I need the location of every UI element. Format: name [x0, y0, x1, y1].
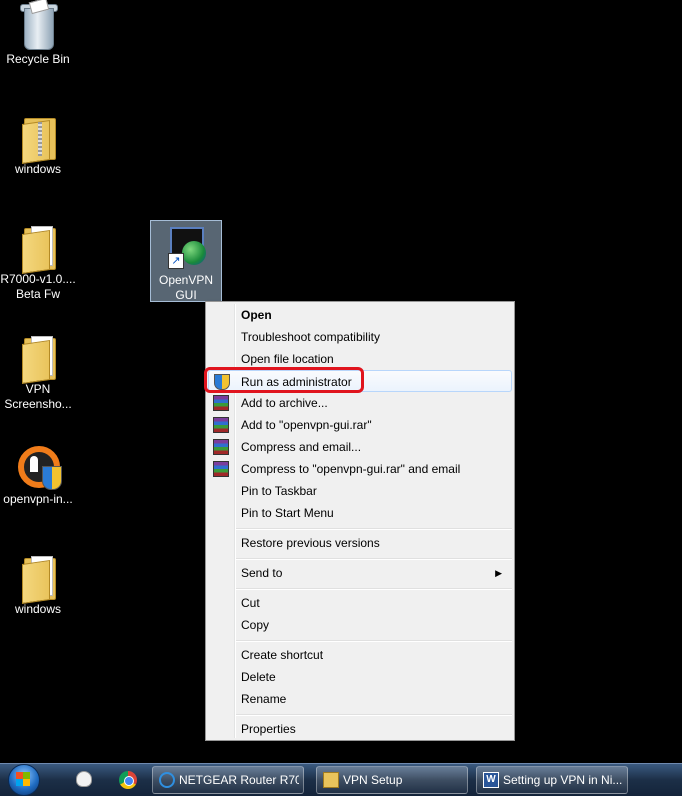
- menu-item-create-shortcut[interactable]: Create shortcut: [208, 644, 512, 666]
- menu-item-label: Open: [241, 308, 272, 322]
- menu-item-open-file-location[interactable]: Open file location: [208, 348, 512, 370]
- taskbar-pin-paint[interactable]: [70, 768, 98, 792]
- taskbar-button-label: VPN Setup: [343, 773, 403, 787]
- menu-item-run-as-administrator[interactable]: Run as administrator: [208, 370, 512, 392]
- desktop-icon-label: R7000-v1.0.... Beta Fw: [0, 272, 76, 301]
- taskbar-button-label: NETGEAR Router R70...: [179, 773, 299, 787]
- menu-item-troubleshoot-compatibility[interactable]: Troubleshoot compatibility: [208, 326, 512, 348]
- menu-separator: [236, 588, 512, 590]
- menu-item-label: Restore previous versions: [241, 536, 380, 550]
- winrar-icon: [213, 461, 229, 477]
- desktop-icon-label: windows: [14, 602, 62, 616]
- desktop-icon-r7000-beta-fw[interactable]: R7000-v1.0.... Beta Fw: [0, 222, 76, 302]
- menu-separator: [236, 714, 512, 716]
- menu-item-label: Delete: [241, 670, 276, 684]
- folder-icon: [14, 332, 62, 384]
- menu-separator: [236, 528, 512, 530]
- winrar-icon: [213, 395, 229, 411]
- folder-icon: [14, 552, 62, 604]
- submenu-arrow-icon: ▶: [495, 568, 502, 578]
- menu-item-pin-to-taskbar[interactable]: Pin to Taskbar: [208, 480, 512, 502]
- taskbar: NETGEAR Router R70... VPN Setup W Settin…: [0, 763, 682, 796]
- recycle-bin-icon: [14, 0, 62, 50]
- desktop-icon-label: windows: [14, 162, 62, 176]
- menu-item-label: Copy: [241, 618, 270, 632]
- menu-separator: [236, 640, 512, 642]
- menu-item-rename[interactable]: Rename: [208, 688, 512, 710]
- folder-icon: [14, 222, 62, 274]
- menu-item-label: Open file location: [241, 352, 334, 366]
- desktop-icon-label: openvpn-in...: [3, 492, 73, 506]
- winrar-icon: [213, 439, 229, 455]
- folder-icon: [323, 772, 339, 788]
- menu-item-label: Pin to Taskbar: [241, 484, 317, 498]
- desktop-icon-windows-folder[interactable]: windows: [0, 552, 76, 617]
- menu-item-label: Send to: [241, 566, 283, 580]
- menu-item-restore-previous-versions[interactable]: Restore previous versions: [208, 532, 512, 554]
- start-button[interactable]: [6, 764, 46, 796]
- menu-item-open[interactable]: Open: [208, 304, 512, 326]
- menu-item-label: Properties: [241, 722, 296, 736]
- menu-item-label: Pin to Start Menu: [241, 506, 334, 520]
- taskbar-button-word-doc[interactable]: W Setting up VPN in Ni...: [476, 766, 628, 794]
- menu-item-send-to[interactable]: Send to ▶: [208, 562, 512, 584]
- word-icon: W: [483, 772, 499, 788]
- desktop-icon-label: Recycle Bin: [6, 52, 70, 66]
- desktop-icon-label: VPN Screensho...: [4, 382, 72, 411]
- menu-item-compress-and-email[interactable]: Compress and email...: [208, 436, 512, 458]
- paint-icon: [76, 771, 92, 787]
- desktop-icon-openvpn-installer[interactable]: openvpn-in...: [0, 442, 76, 507]
- menu-item-compress-to-rar-and-email[interactable]: Compress to "openvpn-gui.rar" and email: [208, 458, 512, 480]
- context-menu: Open Troubleshoot compatibility Open fil…: [205, 301, 515, 741]
- menu-item-label: Add to "openvpn-gui.rar": [241, 418, 372, 432]
- openvpn-installer-icon: [14, 442, 62, 490]
- menu-item-label: Troubleshoot compatibility: [241, 330, 380, 344]
- menu-item-label: Cut: [241, 596, 260, 610]
- zip-folder-icon: [14, 112, 62, 164]
- winrar-icon: [213, 417, 229, 433]
- desktop-icon-recycle-bin[interactable]: Recycle Bin: [0, 0, 76, 67]
- menu-item-label: Rename: [241, 692, 287, 706]
- taskbar-pin-chrome[interactable]: [113, 768, 141, 792]
- menu-item-label: Compress and email...: [241, 440, 362, 454]
- openvpn-gui-icon: ↗: [162, 223, 210, 271]
- windows-logo-icon: [16, 772, 30, 786]
- menu-item-add-to-archive[interactable]: Add to archive...: [208, 392, 512, 414]
- menu-item-label: Add to archive...: [241, 396, 328, 410]
- taskbar-button-label: Setting up VPN in Ni...: [503, 773, 623, 787]
- menu-item-properties[interactable]: Properties: [208, 718, 512, 740]
- desktop-icon-openvpn-gui[interactable]: ↗ OpenVPN GUI: [150, 220, 222, 302]
- desktop-icon-windows-zip[interactable]: windows: [0, 112, 76, 177]
- uac-shield-icon: [214, 374, 230, 390]
- internet-explorer-icon: [159, 772, 175, 788]
- chrome-icon: [119, 771, 137, 789]
- menu-item-label: Create shortcut: [241, 648, 324, 662]
- menu-item-copy[interactable]: Copy: [208, 614, 512, 636]
- menu-separator: [236, 558, 512, 560]
- desktop-icon-label: OpenVPN GUI: [158, 273, 214, 302]
- menu-item-cut[interactable]: Cut: [208, 592, 512, 614]
- menu-item-label: Run as administrator: [241, 375, 352, 389]
- menu-item-delete[interactable]: Delete: [208, 666, 512, 688]
- taskbar-button-vpn-setup[interactable]: VPN Setup: [316, 766, 468, 794]
- menu-item-add-to-rar[interactable]: Add to "openvpn-gui.rar": [208, 414, 512, 436]
- menu-item-label: Compress to "openvpn-gui.rar" and email: [241, 462, 461, 476]
- menu-item-pin-to-start-menu[interactable]: Pin to Start Menu: [208, 502, 512, 524]
- shortcut-arrow-icon: ↗: [168, 253, 184, 269]
- desktop-icon-vpn-screenshots[interactable]: VPN Screensho...: [0, 332, 76, 412]
- taskbar-button-netgear[interactable]: NETGEAR Router R70...: [152, 766, 304, 794]
